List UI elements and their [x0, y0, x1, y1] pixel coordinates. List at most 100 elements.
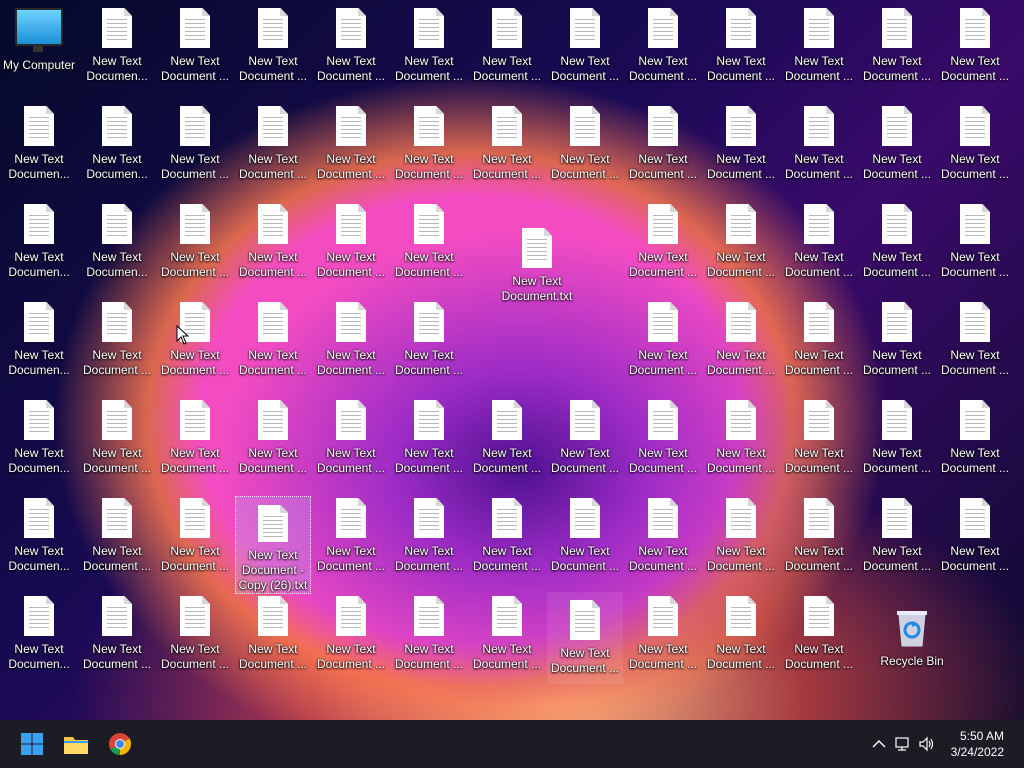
- file-icon-r2c1[interactable]: New Text Documen...: [1, 98, 77, 190]
- file-icon-r7c11[interactable]: New Text Document ...: [781, 588, 857, 680]
- moved-file-icon[interactable]: New Text Document.txt: [499, 220, 575, 312]
- file-icon-r6c9[interactable]: New Text Document ...: [625, 490, 701, 582]
- file-icon-r6c5[interactable]: New Text Document ...: [313, 490, 389, 582]
- file-icon-r5c4[interactable]: New Text Document ...: [235, 392, 311, 484]
- file-icon-r2c6[interactable]: New Text Document ...: [391, 98, 467, 190]
- file-icon-r5c2[interactable]: New Text Document ...: [79, 392, 155, 484]
- selected-file-icon[interactable]: New Text Document - Copy (26).txt: [235, 496, 311, 594]
- file-icon-r2c8[interactable]: New Text Document ...: [547, 98, 623, 190]
- file-icon-r7c10[interactable]: New Text Document ...: [703, 588, 779, 680]
- file-icon-r4c12[interactable]: New Text Document ...: [859, 294, 935, 386]
- file-explorer-button[interactable]: [54, 722, 98, 766]
- file-icon-r2c12[interactable]: New Text Document ...: [859, 98, 935, 190]
- file-icon-r3c12[interactable]: New Text Document ...: [859, 196, 935, 288]
- chrome-button[interactable]: [98, 722, 142, 766]
- file-icon-r4c2[interactable]: New Text Document ...: [79, 294, 155, 386]
- file-icon-r6c3[interactable]: New Text Document ...: [157, 490, 233, 582]
- file-icon-r1c6[interactable]: New Text Document ...: [391, 0, 467, 92]
- file-icon-r6c1[interactable]: New Text Documen...: [1, 490, 77, 582]
- file-icon-r1c9[interactable]: New Text Document ...: [625, 0, 701, 92]
- file-icon-r5c12[interactable]: New Text Document ...: [859, 392, 935, 484]
- file-icon-r2c11[interactable]: New Text Document ...: [781, 98, 857, 190]
- file-icon-r6c6[interactable]: New Text Document ...: [391, 490, 467, 582]
- file-icon-r7c3[interactable]: New Text Document ...: [157, 588, 233, 680]
- file-icon-r2c4[interactable]: New Text Document ...: [235, 98, 311, 190]
- file-icon-r3c3[interactable]: New Text Document ...: [157, 196, 233, 288]
- file-icon-r1c4[interactable]: New Text Document ...: [235, 0, 311, 92]
- file-icon-r5c10[interactable]: New Text Document ...: [703, 392, 779, 484]
- file-icon-r2c9[interactable]: New Text Document ...: [625, 98, 701, 190]
- file-icon-r7c5[interactable]: New Text Document ...: [313, 588, 389, 680]
- file-icon-r1c3[interactable]: New Text Document ...: [157, 0, 233, 92]
- file-icon-r6c10[interactable]: New Text Document ...: [703, 490, 779, 582]
- file-icon-r7c8[interactable]: New Text Document ...: [547, 592, 623, 684]
- file-icon-r6c13[interactable]: New Text Document ...: [937, 490, 1013, 582]
- file-icon-r1c13[interactable]: New Text Document ...: [937, 0, 1013, 92]
- file-icon-r3c11[interactable]: New Text Document ...: [781, 196, 857, 288]
- file-icon-r5c1[interactable]: New Text Documen...: [1, 392, 77, 484]
- text-file-icon: [258, 106, 288, 146]
- start-button[interactable]: [10, 722, 54, 766]
- file-icon-r2c10[interactable]: New Text Document ...: [703, 98, 779, 190]
- file-icon-r7c4[interactable]: New Text Document ...: [235, 588, 311, 680]
- file-icon-r3c5[interactable]: New Text Document ...: [313, 196, 389, 288]
- file-icon-r3c1[interactable]: New Text Documen...: [1, 196, 77, 288]
- file-icon-r2c3[interactable]: New Text Document ...: [157, 98, 233, 190]
- file-icon-r5c6[interactable]: New Text Document ...: [391, 392, 467, 484]
- file-icon-r3c2[interactable]: New Text Documen...: [79, 196, 155, 288]
- file-icon-r1c2[interactable]: New Text Documen...: [79, 0, 155, 92]
- file-icon-r6c2[interactable]: New Text Document ...: [79, 490, 155, 582]
- file-icon-r2c5[interactable]: New Text Document ...: [313, 98, 389, 190]
- file-icon-r5c3[interactable]: New Text Document ...: [157, 392, 233, 484]
- file-icon-r1c10[interactable]: New Text Document ...: [703, 0, 779, 92]
- clock[interactable]: 5:50 AM 3/24/2022: [951, 728, 1004, 760]
- file-icon-r6c7[interactable]: New Text Document ...: [469, 490, 545, 582]
- file-icon-r5c11[interactable]: New Text Document ...: [781, 392, 857, 484]
- file-icon-r1c8[interactable]: New Text Document ...: [547, 0, 623, 92]
- file-icon-r4c13[interactable]: New Text Document ...: [937, 294, 1013, 386]
- desktop[interactable]: My Computer New Text Documen... New Text…: [0, 0, 1024, 720]
- file-icon-r6c8[interactable]: New Text Document ...: [547, 490, 623, 582]
- chevron-up-icon: [872, 740, 886, 748]
- file-icon-r3c6[interactable]: New Text Document ...: [391, 196, 467, 288]
- file-icon-r4c3[interactable]: New Text Document ...: [157, 294, 233, 386]
- file-icon-r4c6[interactable]: New Text Document ...: [391, 294, 467, 386]
- file-icon-r1c5[interactable]: New Text Document ...: [313, 0, 389, 92]
- file-icon-r3c13[interactable]: New Text Document ...: [937, 196, 1013, 288]
- file-icon-r7c2[interactable]: New Text Document ...: [79, 588, 155, 680]
- file-icon-r4c11[interactable]: New Text Document ...: [781, 294, 857, 386]
- file-icon-r7c7[interactable]: New Text Document ...: [469, 588, 545, 680]
- show-hidden-icons-button[interactable]: [867, 739, 891, 749]
- volume-button[interactable]: [915, 736, 939, 752]
- file-icon-r6c12[interactable]: New Text Document ...: [859, 490, 935, 582]
- file-icon-r3c10[interactable]: New Text Document ...: [703, 196, 779, 288]
- file-icon-r6c11[interactable]: New Text Document ...: [781, 490, 857, 582]
- my-computer-shortcut[interactable]: My Computer: [1, 0, 77, 92]
- file-icon-r7c1[interactable]: New Text Documen...: [1, 588, 77, 680]
- recycle-bin-shortcut[interactable]: Recycle Bin: [874, 600, 950, 692]
- file-icon-r2c7[interactable]: New Text Document ...: [469, 98, 545, 190]
- file-icon-r1c11[interactable]: New Text Document ...: [781, 0, 857, 92]
- file-icon-r4c10[interactable]: New Text Document ...: [703, 294, 779, 386]
- file-icon-r2c13[interactable]: New Text Document ...: [937, 98, 1013, 190]
- file-icon-r1c7[interactable]: New Text Document ...: [469, 0, 545, 92]
- file-icon-r5c7[interactable]: New Text Document ...: [469, 392, 545, 484]
- file-icon-r4c9[interactable]: New Text Document ...: [625, 294, 701, 386]
- file-icon-r7c9[interactable]: New Text Document ...: [625, 588, 701, 680]
- file-icon-r7c6[interactable]: New Text Document ...: [391, 588, 467, 680]
- file-icon-r5c8[interactable]: New Text Document ...: [547, 392, 623, 484]
- file-icon-r5c5[interactable]: New Text Document ...: [313, 392, 389, 484]
- file-icon-r4c1[interactable]: New Text Documen...: [1, 294, 77, 386]
- file-icon-r4c5[interactable]: New Text Document ...: [313, 294, 389, 386]
- text-file-icon: [336, 400, 366, 440]
- file-icon-r3c4[interactable]: New Text Document ...: [235, 196, 311, 288]
- file-icon-r3c9[interactable]: New Text Document ...: [625, 196, 701, 288]
- text-file-icon: [336, 498, 366, 538]
- network-button[interactable]: [891, 736, 915, 752]
- file-icon-r5c13[interactable]: New Text Document ...: [937, 392, 1013, 484]
- file-icon-r2c2[interactable]: New Text Documen...: [79, 98, 155, 190]
- file-icon-r4c4[interactable]: New Text Document ...: [235, 294, 311, 386]
- text-file-icon: [102, 8, 132, 48]
- file-icon-r1c12[interactable]: New Text Document ...: [859, 0, 935, 92]
- file-icon-r5c9[interactable]: New Text Document ...: [625, 392, 701, 484]
